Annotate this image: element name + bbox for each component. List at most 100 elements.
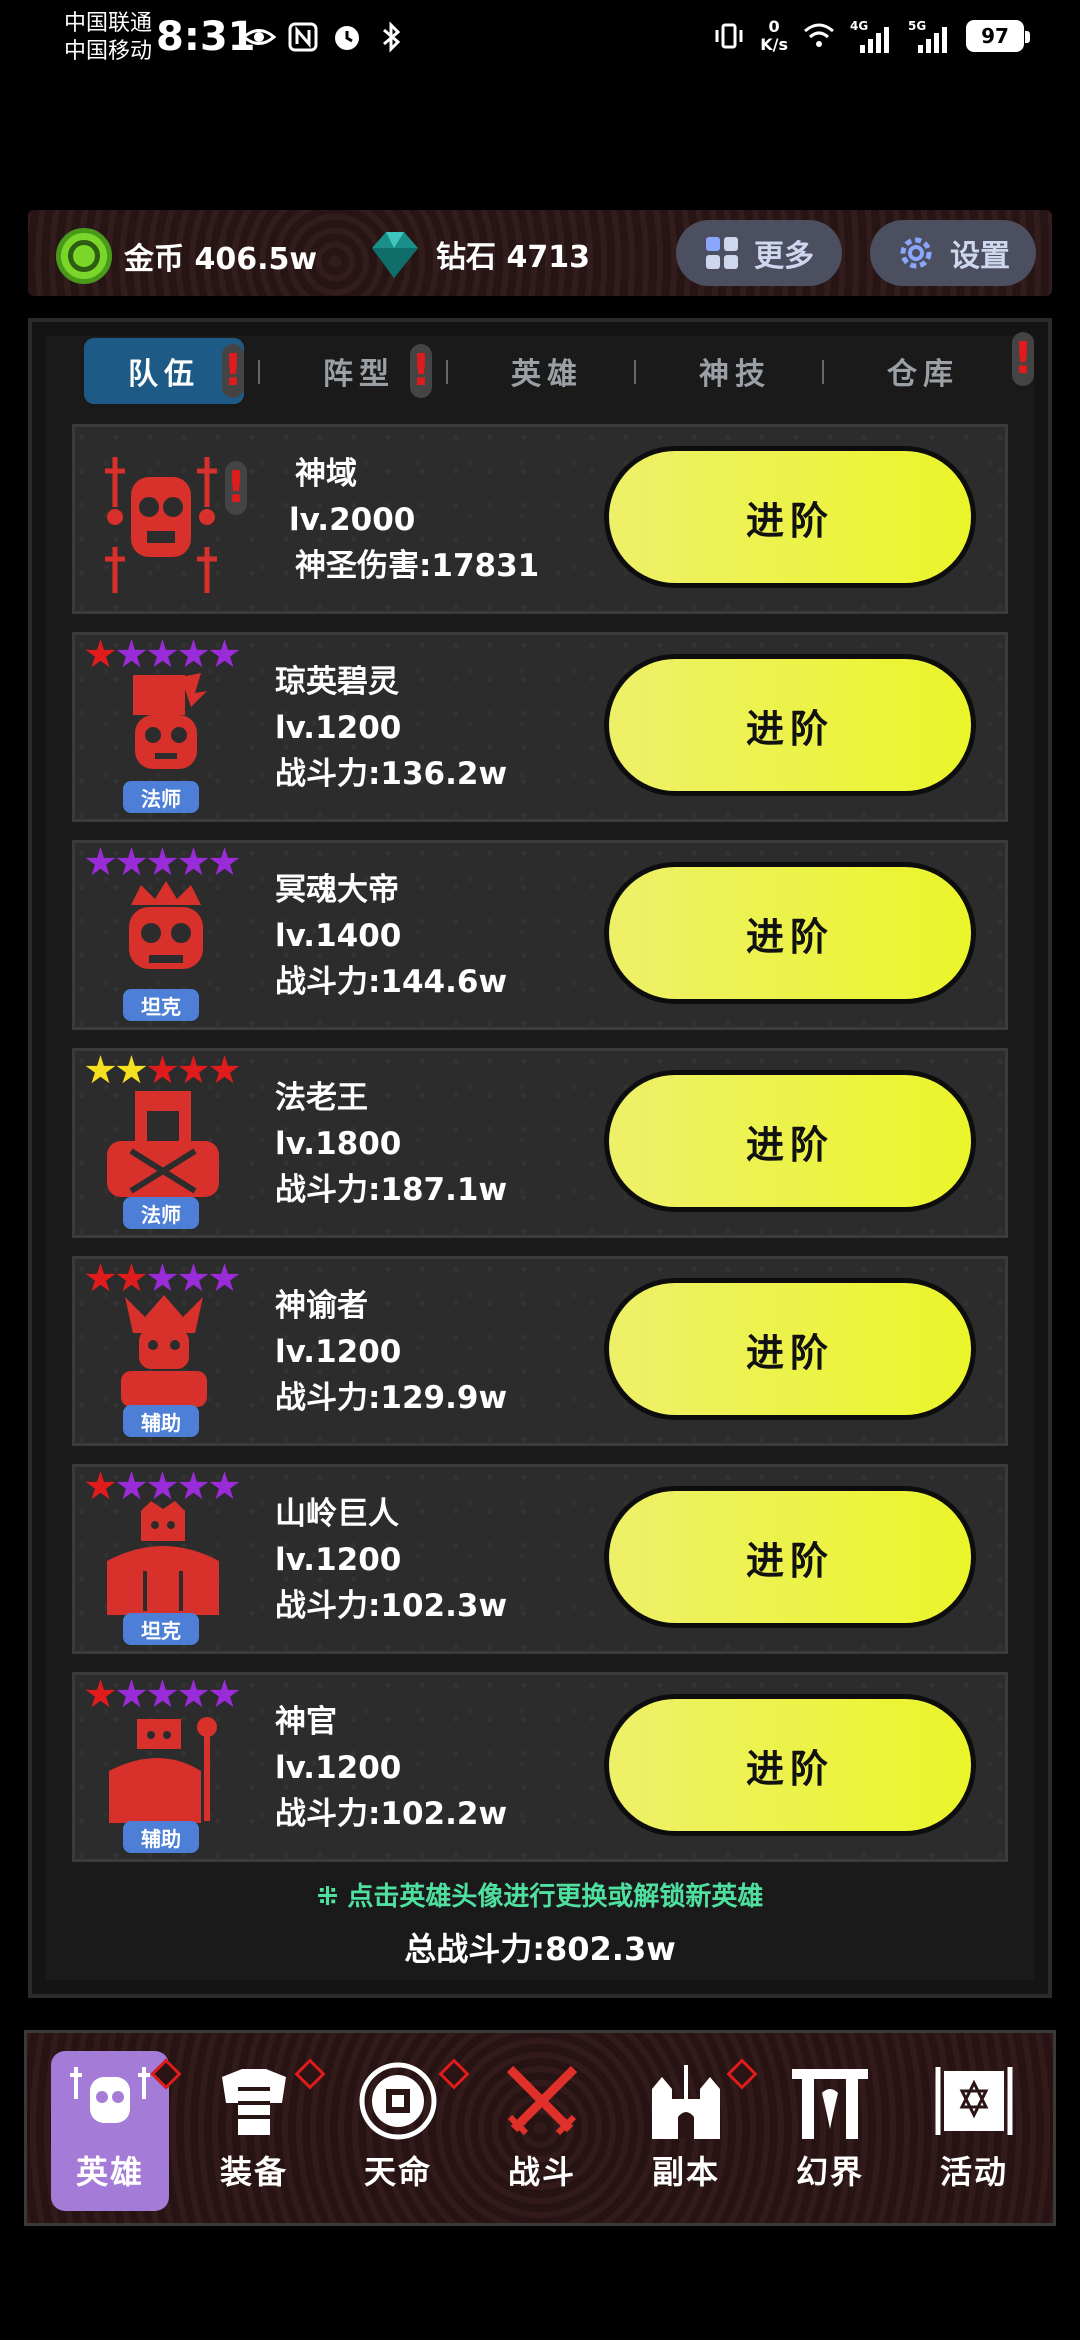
star-icon [85, 639, 116, 668]
nav-illusion[interactable]: 幻界 [771, 2051, 889, 2211]
hero-power: 战斗力:102.3w [275, 1588, 508, 1624]
nav-dungeon[interactable]: 副本 [627, 2051, 758, 2211]
signal-2: 5G [908, 19, 952, 53]
advance-button[interactable]: 进阶 [609, 659, 971, 791]
hero-info: 山岭巨人 lv.1200 战斗力:102.3w [275, 1491, 507, 1629]
star-rating [85, 1679, 240, 1710]
nav-label: 装备 [219, 2153, 288, 2191]
total-power: 总战斗力:802.3w [404, 1930, 676, 1968]
hero-card: 辅助 神谕者 lv.1200 战斗力:129.9w 进阶 [72, 1256, 1008, 1446]
gold-label: 金币 406.5w [124, 242, 318, 277]
star-icon [85, 1263, 116, 1292]
crossed-swords-icon [506, 2065, 578, 2136]
swap-hint: ⁜ 点击英雄头像进行更换或解锁新英雄 [316, 1882, 764, 1912]
star-rating [85, 639, 240, 670]
hero-info: 神谕者 lv.1200 战斗力:129.9w [275, 1283, 507, 1421]
eye-icon [242, 29, 276, 45]
nav-equipment[interactable]: 装备 [195, 2051, 326, 2211]
star-icon [209, 847, 240, 876]
nav-events[interactable]: 活动 [915, 2051, 1033, 2211]
battery-indicator: 97 [966, 20, 1030, 52]
star-icon [147, 1679, 178, 1708]
settings-button[interactable]: 设置 [870, 220, 1036, 286]
wifi-icon [804, 23, 834, 47]
status-icons-left [242, 20, 408, 54]
role-badge: 法师 [123, 781, 199, 813]
tab-separator [634, 360, 636, 384]
tab-skills[interactable]: 神技 [660, 338, 810, 404]
star-icon [116, 847, 147, 876]
god-alert-icon [225, 461, 247, 515]
apps-grid-icon [706, 237, 738, 269]
nav-label: 战斗 [507, 2153, 576, 2191]
hero-info: 神官 lv.1200 战斗力:102.2w [275, 1699, 507, 1837]
tab-bar: 队伍 阵型 英雄 神技 仓库 [84, 332, 1074, 408]
hero-portrait-icon[interactable] [101, 1081, 225, 1201]
diamond-display: 钻石 4713 [364, 228, 590, 280]
alarm-icon [335, 26, 359, 50]
tab-formation-alert-icon [410, 344, 432, 398]
hero-portrait-icon[interactable] [111, 879, 221, 991]
hero-portrait-icon[interactable] [101, 1709, 225, 1825]
scroll-icon [935, 2067, 1013, 2135]
nav-label: 英雄 [75, 2153, 144, 2191]
tab-separator [258, 360, 260, 384]
hero-card: 坦克 冥魂大帝 lv.1400 战斗力:144.6w 进阶 [72, 840, 1008, 1030]
tab-team[interactable]: 队伍 [84, 338, 244, 404]
signal-1: 4G [850, 19, 894, 53]
gear-icon [900, 237, 932, 269]
compass-wheel-icon [359, 2062, 437, 2140]
tab-warehouse-alert-icon [1012, 332, 1034, 386]
star-icon [178, 1263, 209, 1292]
star-icon [85, 847, 116, 876]
god-name: 神域 [295, 456, 357, 492]
hero-power: 战斗力:187.1w [275, 1172, 508, 1208]
star-icon [116, 1679, 147, 1708]
star-rating [85, 847, 240, 878]
speed-unit: K/s [760, 35, 788, 54]
nav-heroes[interactable]: 英雄 [51, 2051, 182, 2211]
star-icon [178, 847, 209, 876]
hero-portrait-icon[interactable] [101, 1501, 225, 1617]
god-advance-button[interactable]: 进阶 [609, 451, 971, 583]
armor-icon [222, 2069, 286, 2135]
hero-level: lv.1200 [275, 1542, 402, 1578]
nav-destiny[interactable]: 天命 [339, 2051, 470, 2211]
tab-warehouse[interactable]: 仓库 [848, 338, 998, 404]
god-damage: 神圣伤害:17831 [295, 548, 540, 584]
hero-name: 神官 [275, 1704, 337, 1740]
diamond-icon [372, 232, 418, 278]
hero-card: 法师 法老王 lv.1800 战斗力:187.1w 进阶 [72, 1048, 1008, 1238]
tab-heroes[interactable]: 英雄 [472, 338, 622, 404]
gate-icon [792, 2069, 868, 2139]
hero-level: lv.1200 [275, 1334, 402, 1370]
star-icon [209, 1471, 240, 1500]
god-skull-icon[interactable] [101, 447, 221, 597]
star-icon [178, 1471, 209, 1500]
carrier-info: 中国联通 中国移动 [64, 10, 152, 66]
hero-info: 冥魂大帝 lv.1400 战斗力:144.6w [275, 867, 507, 1005]
god-level: lv.2000 [289, 502, 416, 538]
advance-button[interactable]: 进阶 [609, 867, 971, 999]
advance-button[interactable]: 进阶 [609, 1075, 971, 1207]
resource-bar: 金币 406.5w 钻石 4713 更多 设置 [28, 210, 1052, 296]
signal-bars-icon [860, 27, 889, 53]
nav-battle[interactable]: 战斗 [483, 2051, 601, 2211]
carrier-1: 中国联通 [64, 11, 153, 36]
advance-button[interactable]: 进阶 [609, 1699, 971, 1831]
gold-display: 金币 406.5w [56, 228, 317, 284]
star-icon [178, 1679, 209, 1708]
star-icon [116, 639, 147, 668]
more-button[interactable]: 更多 [676, 220, 842, 286]
tab-separator [822, 360, 824, 384]
hero-name: 法老王 [275, 1080, 368, 1116]
nav-label: 幻界 [795, 2153, 864, 2191]
hero-portrait-icon[interactable] [105, 1293, 223, 1409]
hero-info: 琼英碧灵 lv.1200 战斗力:136.2w [275, 659, 507, 797]
hero-portrait-icon[interactable] [111, 671, 221, 783]
advance-button[interactable]: 进阶 [609, 1283, 971, 1415]
hero-power: 战斗力:102.2w [275, 1796, 508, 1832]
carrier-2: 中国移动 [64, 39, 153, 64]
role-badge: 法师 [123, 1197, 199, 1229]
advance-button[interactable]: 进阶 [609, 1491, 971, 1623]
